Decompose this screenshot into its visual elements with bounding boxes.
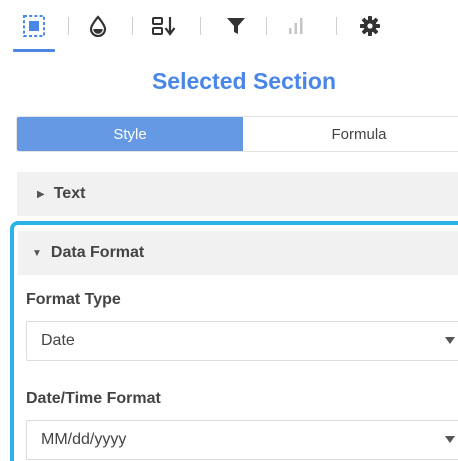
text-section-header[interactable]: ▶ Text bbox=[17, 172, 458, 216]
color-drop-icon[interactable] bbox=[84, 12, 112, 40]
format-type-value: Date bbox=[41, 332, 75, 349]
datetime-format-value: MM/dd/yyyy bbox=[41, 431, 127, 448]
toolbar-divider bbox=[336, 17, 337, 35]
selected-section-panel: Selected Section Style Formula ▶ Text ▼ … bbox=[0, 0, 458, 461]
sort-icon[interactable] bbox=[150, 12, 178, 40]
format-type-select[interactable]: Date bbox=[26, 321, 458, 361]
caret-down-icon: ▼ bbox=[32, 247, 42, 259]
toolbar-divider bbox=[132, 17, 133, 35]
tab-style[interactable]: Style bbox=[17, 117, 243, 151]
gear-icon[interactable] bbox=[356, 12, 384, 40]
selection-icon[interactable] bbox=[20, 12, 48, 40]
format-toolbar bbox=[0, 0, 458, 58]
data-format-section-header[interactable]: ▼ Data Format bbox=[18, 231, 458, 275]
data-format-section: ▼ Data Format Format Type Date Date/Time… bbox=[10, 221, 458, 461]
caret-right-icon: ▶ bbox=[37, 188, 45, 200]
dropdown-arrow-icon bbox=[445, 337, 455, 344]
panel-title: Selected Section bbox=[151, 68, 337, 94]
datetime-format-select[interactable]: MM/dd/yyyy bbox=[26, 420, 458, 460]
datetime-format-label: Date/Time Format bbox=[26, 390, 161, 407]
tab-formula[interactable]: Formula bbox=[243, 117, 458, 151]
format-type-label: Format Type bbox=[26, 291, 121, 308]
panel-tabs: Style Formula bbox=[16, 116, 458, 152]
chart-icon[interactable] bbox=[282, 12, 310, 40]
toolbar-divider bbox=[200, 17, 201, 35]
toolbar-divider bbox=[266, 17, 267, 35]
text-section-label: Text bbox=[53, 185, 86, 202]
toolbar-divider bbox=[68, 17, 69, 35]
active-tool-indicator bbox=[13, 49, 55, 52]
filter-icon[interactable] bbox=[222, 12, 250, 40]
dropdown-arrow-icon bbox=[445, 436, 455, 443]
data-format-section-label: Data Format bbox=[50, 244, 145, 261]
